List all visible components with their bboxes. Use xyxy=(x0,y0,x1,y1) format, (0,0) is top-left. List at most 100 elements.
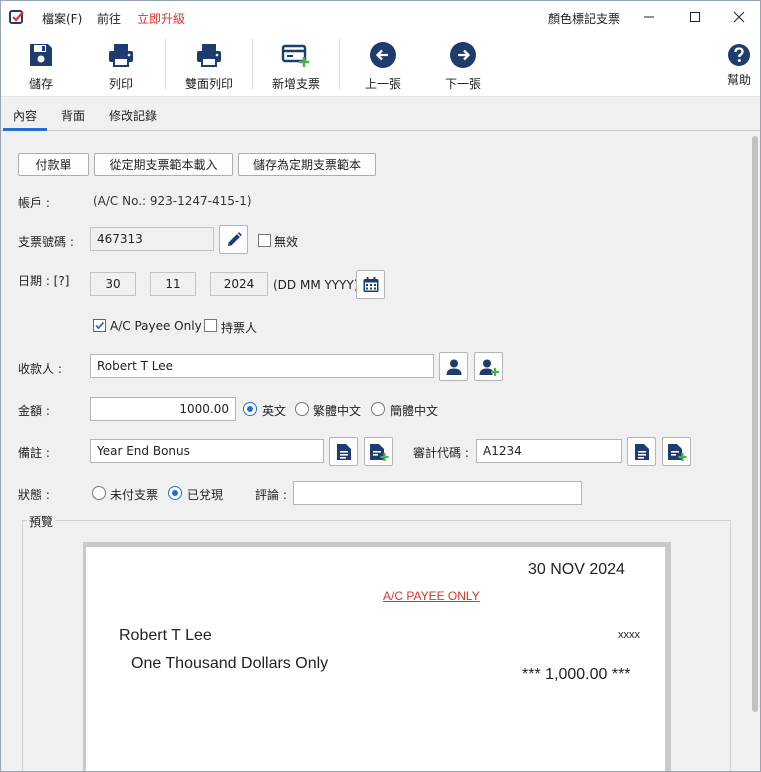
duplex-print-button[interactable]: 雙面列印 xyxy=(179,33,239,97)
help-icon xyxy=(724,40,754,70)
tab-bar: 內容 背面 修改記錄 xyxy=(1,98,760,131)
lang-trad-label: 繁體中文 xyxy=(313,404,362,418)
amount-label: 金額 : xyxy=(18,404,50,418)
save-label: 儲存 xyxy=(28,77,53,91)
save-icon xyxy=(26,40,56,70)
toolbar-separator xyxy=(252,39,253,89)
ac-payee-checkbox[interactable] xyxy=(93,319,106,332)
menu-file[interactable]: 檔案(F) xyxy=(42,10,82,27)
status-cashed-label: 已兌現 xyxy=(187,488,224,502)
comment-field[interactable] xyxy=(293,481,582,505)
toolbar-separator xyxy=(165,39,166,89)
bearer-checkbox[interactable] xyxy=(204,319,217,332)
scrollbar-thumb[interactable] xyxy=(752,136,758,712)
printer-icon xyxy=(106,40,136,70)
select-payee-button[interactable] xyxy=(439,352,468,381)
status-unpaid-label: 未付支票 xyxy=(110,488,159,502)
prev-label: 上一張 xyxy=(364,77,401,91)
add-document-icon xyxy=(369,443,388,461)
app-logo-icon xyxy=(9,10,24,24)
tab-content[interactable]: 內容 xyxy=(3,98,47,131)
duplex-printer-icon xyxy=(194,40,224,70)
memo-label: 備註 : xyxy=(18,446,50,460)
lang-trad-radio[interactable] xyxy=(295,402,309,416)
pencil-icon xyxy=(227,231,242,246)
user-icon xyxy=(446,359,461,375)
print-button[interactable]: 列印 xyxy=(95,33,147,97)
void-checkbox[interactable] xyxy=(258,234,271,247)
vertical-scrollbar[interactable] xyxy=(750,132,760,771)
content-panel: 付款單 從定期支票範本載入 儲存為定期支票範本 帳戶 : (A/C No.: 9… xyxy=(1,132,750,771)
document-icon xyxy=(336,443,351,460)
date-day-field[interactable]: 30 xyxy=(90,272,136,296)
add-document-icon xyxy=(667,443,686,461)
cheque-preview: 30 NOV 2024 A/C PAYEE ONLY Robert T Lee … xyxy=(86,547,665,771)
close-icon xyxy=(733,11,745,23)
help-button[interactable]: 幫助 xyxy=(719,33,759,97)
app-window: 檔案(F) 前往 立即升級 顏色標記支票 儲存 列印 雙面列印 新增支票 上一張… xyxy=(0,0,761,772)
payee-label: 收款人 : xyxy=(18,362,62,376)
cheque-no-label: 支票號碼 : xyxy=(18,235,74,249)
date-year-field[interactable]: 2024 xyxy=(210,272,268,296)
add-user-icon xyxy=(479,359,499,376)
print-label: 列印 xyxy=(108,77,133,91)
edit-cheque-no-button[interactable] xyxy=(219,225,248,254)
load-template-button[interactable]: 從定期支票範本載入 xyxy=(94,153,233,176)
save-template-button[interactable]: 儲存為定期支票範本 xyxy=(238,153,376,176)
cheque-crossing: A/C PAYEE ONLY xyxy=(383,589,480,603)
save-button[interactable]: 儲存 xyxy=(15,33,67,97)
audit-list-button[interactable] xyxy=(627,437,656,466)
memo-list-button[interactable] xyxy=(329,437,358,466)
duplex-print-label: 雙面列印 xyxy=(184,77,233,91)
cheque-no-field[interactable]: 467313 xyxy=(90,227,214,251)
bearer-label: 持票人 xyxy=(221,321,258,335)
prev-button[interactable]: 上一張 xyxy=(357,33,409,97)
next-button[interactable]: 下一張 xyxy=(437,33,489,97)
audit-add-button[interactable] xyxy=(662,437,691,466)
toolbar: 儲存 列印 雙面列印 新增支票 上一張 下一張 幫助 xyxy=(1,33,760,97)
toolbar-separator xyxy=(339,39,340,89)
cheque-payee: Robert T Lee xyxy=(119,627,212,644)
preview-title: 預覽 xyxy=(27,513,56,530)
minimize-button[interactable] xyxy=(626,1,672,33)
tab-history[interactable]: 修改記錄 xyxy=(109,98,157,131)
comment-label: 評論 : xyxy=(255,488,287,502)
lang-english-radio[interactable] xyxy=(243,402,257,416)
lang-simp-radio[interactable] xyxy=(371,402,385,416)
amount-field[interactable]: 1000.00 xyxy=(90,397,236,421)
status-cashed-radio[interactable] xyxy=(168,486,182,500)
cheque-amount-figure: *** 1,000.00 *** xyxy=(522,666,631,683)
arrow-left-icon xyxy=(368,40,398,70)
maximize-icon xyxy=(690,12,700,22)
new-cheque-label: 新增支票 xyxy=(271,77,320,91)
cheque-bearer-mark: xxxx xyxy=(618,629,640,641)
date-month-field[interactable]: 11 xyxy=(150,272,196,296)
account-label: 帳戶 : xyxy=(18,196,50,210)
memo-add-button[interactable] xyxy=(364,437,393,466)
date-format-hint: (DD MM YYYY) xyxy=(273,278,359,292)
add-payee-button[interactable] xyxy=(474,352,503,381)
menu-goto[interactable]: 前往 xyxy=(97,10,121,27)
menu-upgrade[interactable]: 立即升級 xyxy=(137,10,185,27)
calendar-icon xyxy=(363,276,378,292)
new-cheque-button[interactable]: 新增支票 xyxy=(267,33,325,97)
payment-voucher-button[interactable]: 付款單 xyxy=(18,153,89,176)
status-unpaid-radio[interactable] xyxy=(92,486,106,500)
document-icon xyxy=(634,443,649,460)
next-label: 下一張 xyxy=(444,77,481,91)
minimize-icon xyxy=(644,16,654,18)
memo-field[interactable]: Year End Bonus xyxy=(90,439,324,463)
calendar-button[interactable] xyxy=(356,270,385,299)
payee-field[interactable]: Robert T Lee xyxy=(90,354,434,378)
check-icon xyxy=(95,321,105,330)
title-bar: 檔案(F) 前往 立即升級 顏色標記支票 xyxy=(1,1,760,33)
status-label: 狀態 : xyxy=(18,488,50,502)
void-label: 無效 xyxy=(274,235,299,249)
cheque-amount-words: One Thousand Dollars Only xyxy=(131,655,329,672)
audit-code-field[interactable]: A1234 xyxy=(476,439,622,463)
maximize-button[interactable] xyxy=(672,1,718,33)
account-value: (A/C No.: 923-1247-415-1) xyxy=(93,194,252,208)
audit-code-label: 審計代碼 : xyxy=(413,446,469,460)
close-button[interactable] xyxy=(716,1,760,33)
tab-back[interactable]: 背面 xyxy=(61,98,85,131)
